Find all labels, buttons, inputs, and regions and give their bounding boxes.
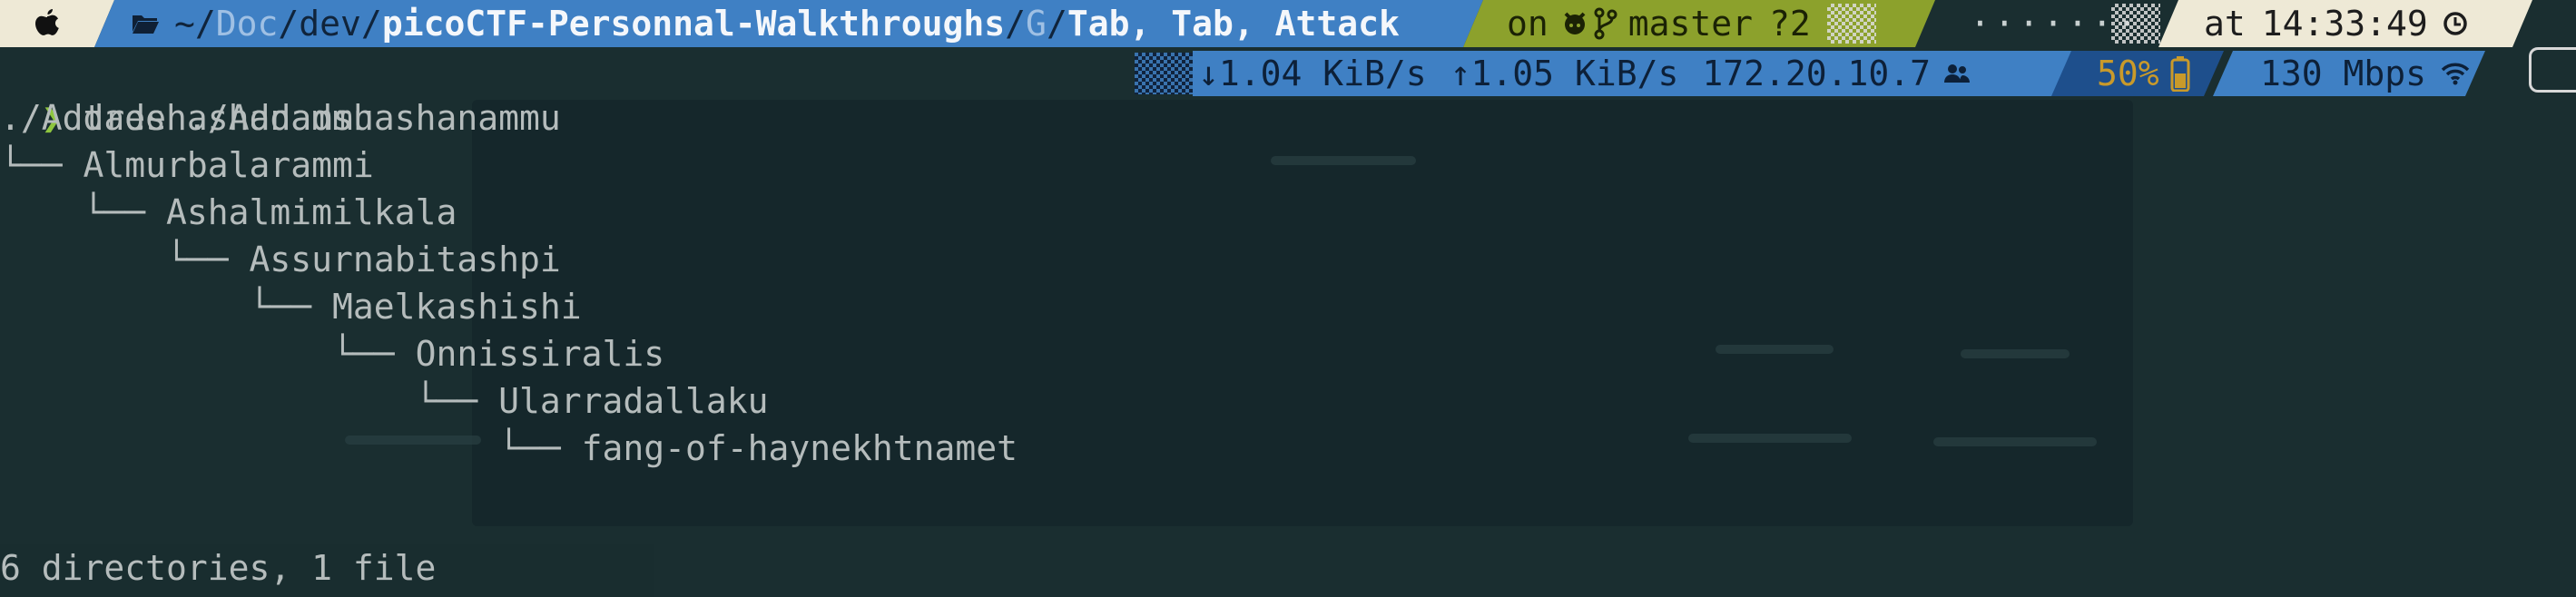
tree-entry: Ularradallaku <box>498 381 769 421</box>
tree-line: └── Assurnabitashpi <box>0 236 561 283</box>
upload-speed: ↑1.05 KiB/s <box>1450 54 1679 93</box>
network-segment: ↓1.04 KiB/s ↑1.05 KiB/s 172.20.10.7 <box>1193 51 2164 96</box>
tree-line: └── Ashalmimilkala <box>0 189 457 236</box>
tree-branch: └── <box>0 334 416 374</box>
background-text-blur <box>1688 434 1852 443</box>
background-text-blur <box>1961 349 2070 358</box>
tree-line: └── Ularradallaku <box>0 377 769 425</box>
wifi-segment: 130 Mbps <box>2213 51 2485 96</box>
tree-entry: Almurbalarammi <box>83 145 374 185</box>
git-status: ?2 <box>1769 4 1811 44</box>
path-repo: picoCTF-Personnal-Walkthroughs <box>381 4 1006 44</box>
tree-line: └── Maelkashishi <box>0 283 582 330</box>
users-icon <box>1943 63 1971 84</box>
background-text-blur <box>1271 156 1416 165</box>
tree-entry: Onnissiralis <box>415 334 665 374</box>
path-separator: / <box>278 4 300 44</box>
git-branch-icon <box>1594 7 1617 40</box>
path-g: G <box>1026 4 1047 44</box>
os-segment <box>0 0 114 47</box>
tree-branch: └── <box>0 145 84 185</box>
path-current: Tab, Tab, Attack <box>1067 4 1400 44</box>
powerline-fade <box>1135 53 1193 94</box>
path-doc: Doc <box>215 4 279 44</box>
tree-line: └── fang-of-haynekhtnamet <box>0 425 1018 472</box>
apple-icon <box>33 7 62 40</box>
battery-segment: 50% <box>2051 51 2224 96</box>
tree-branch: └── <box>0 240 250 279</box>
background-text-blur <box>1716 345 1834 354</box>
tree-entry: Maelkashishi <box>332 287 582 327</box>
battery-icon <box>2170 55 2190 92</box>
tree-line: └── Almurbalarammi <box>0 142 374 189</box>
ip-address: 172.20.10.7 <box>1702 54 1932 93</box>
tree-entry: fang-of-haynekhtnamet <box>581 428 1018 468</box>
prompt-line: ~/Doc / dev/picoCTF-Personnal-Walkthroughs… <box>0 0 2576 47</box>
download-speed: ↓1.04 KiB/s <box>1198 54 1427 93</box>
path-home: ~/ <box>174 4 216 44</box>
time-value: 14:33:49 <box>2261 4 2428 44</box>
time-at-label: at <box>2204 4 2246 44</box>
tree-line: └── Onnissiralis <box>0 330 664 377</box>
wifi-speed: 130 Mbps <box>2260 54 2427 93</box>
git-segment: on master ?2 <box>1463 0 1935 47</box>
git-branch-name: master <box>1627 4 1754 44</box>
path-dev: dev/ <box>299 4 382 44</box>
path-separator: / <box>1005 4 1027 44</box>
tree-entry: Ashalmimilkala <box>166 192 457 232</box>
tree-summary: 6 directories, 1 file <box>0 548 437 588</box>
tree-branch: └── <box>0 192 167 232</box>
background-text-blur <box>1933 437 2097 446</box>
tree-branch: └── <box>0 428 582 468</box>
folder-open-icon <box>131 12 160 35</box>
clock-icon <box>2443 11 2468 36</box>
wifi-icon <box>2441 62 2470 85</box>
prompt-filler: ······· <box>1970 4 2141 44</box>
right-prompt-box <box>2529 47 2576 93</box>
path-separator: / <box>1046 4 1067 44</box>
time-segment: at 14:33:49 <box>2158 0 2532 47</box>
powerline-fade <box>1827 4 1876 44</box>
github-icon <box>1561 10 1588 37</box>
battery-percent: 50% <box>2097 54 2159 93</box>
command-line: ❯ tree ./Addadshashanammu <box>0 47 561 138</box>
git-on-label: on <box>1507 4 1549 44</box>
tree-branch: └── <box>0 287 333 327</box>
tree-branch: └── <box>0 381 499 421</box>
tree-entry: Assurnabitashpi <box>249 240 561 279</box>
directory-segment: ~/Doc / dev/picoCTF-Personnal-Walkthroughs… <box>94 0 1483 47</box>
tree-root: ./Addadshashanammu <box>0 98 374 138</box>
